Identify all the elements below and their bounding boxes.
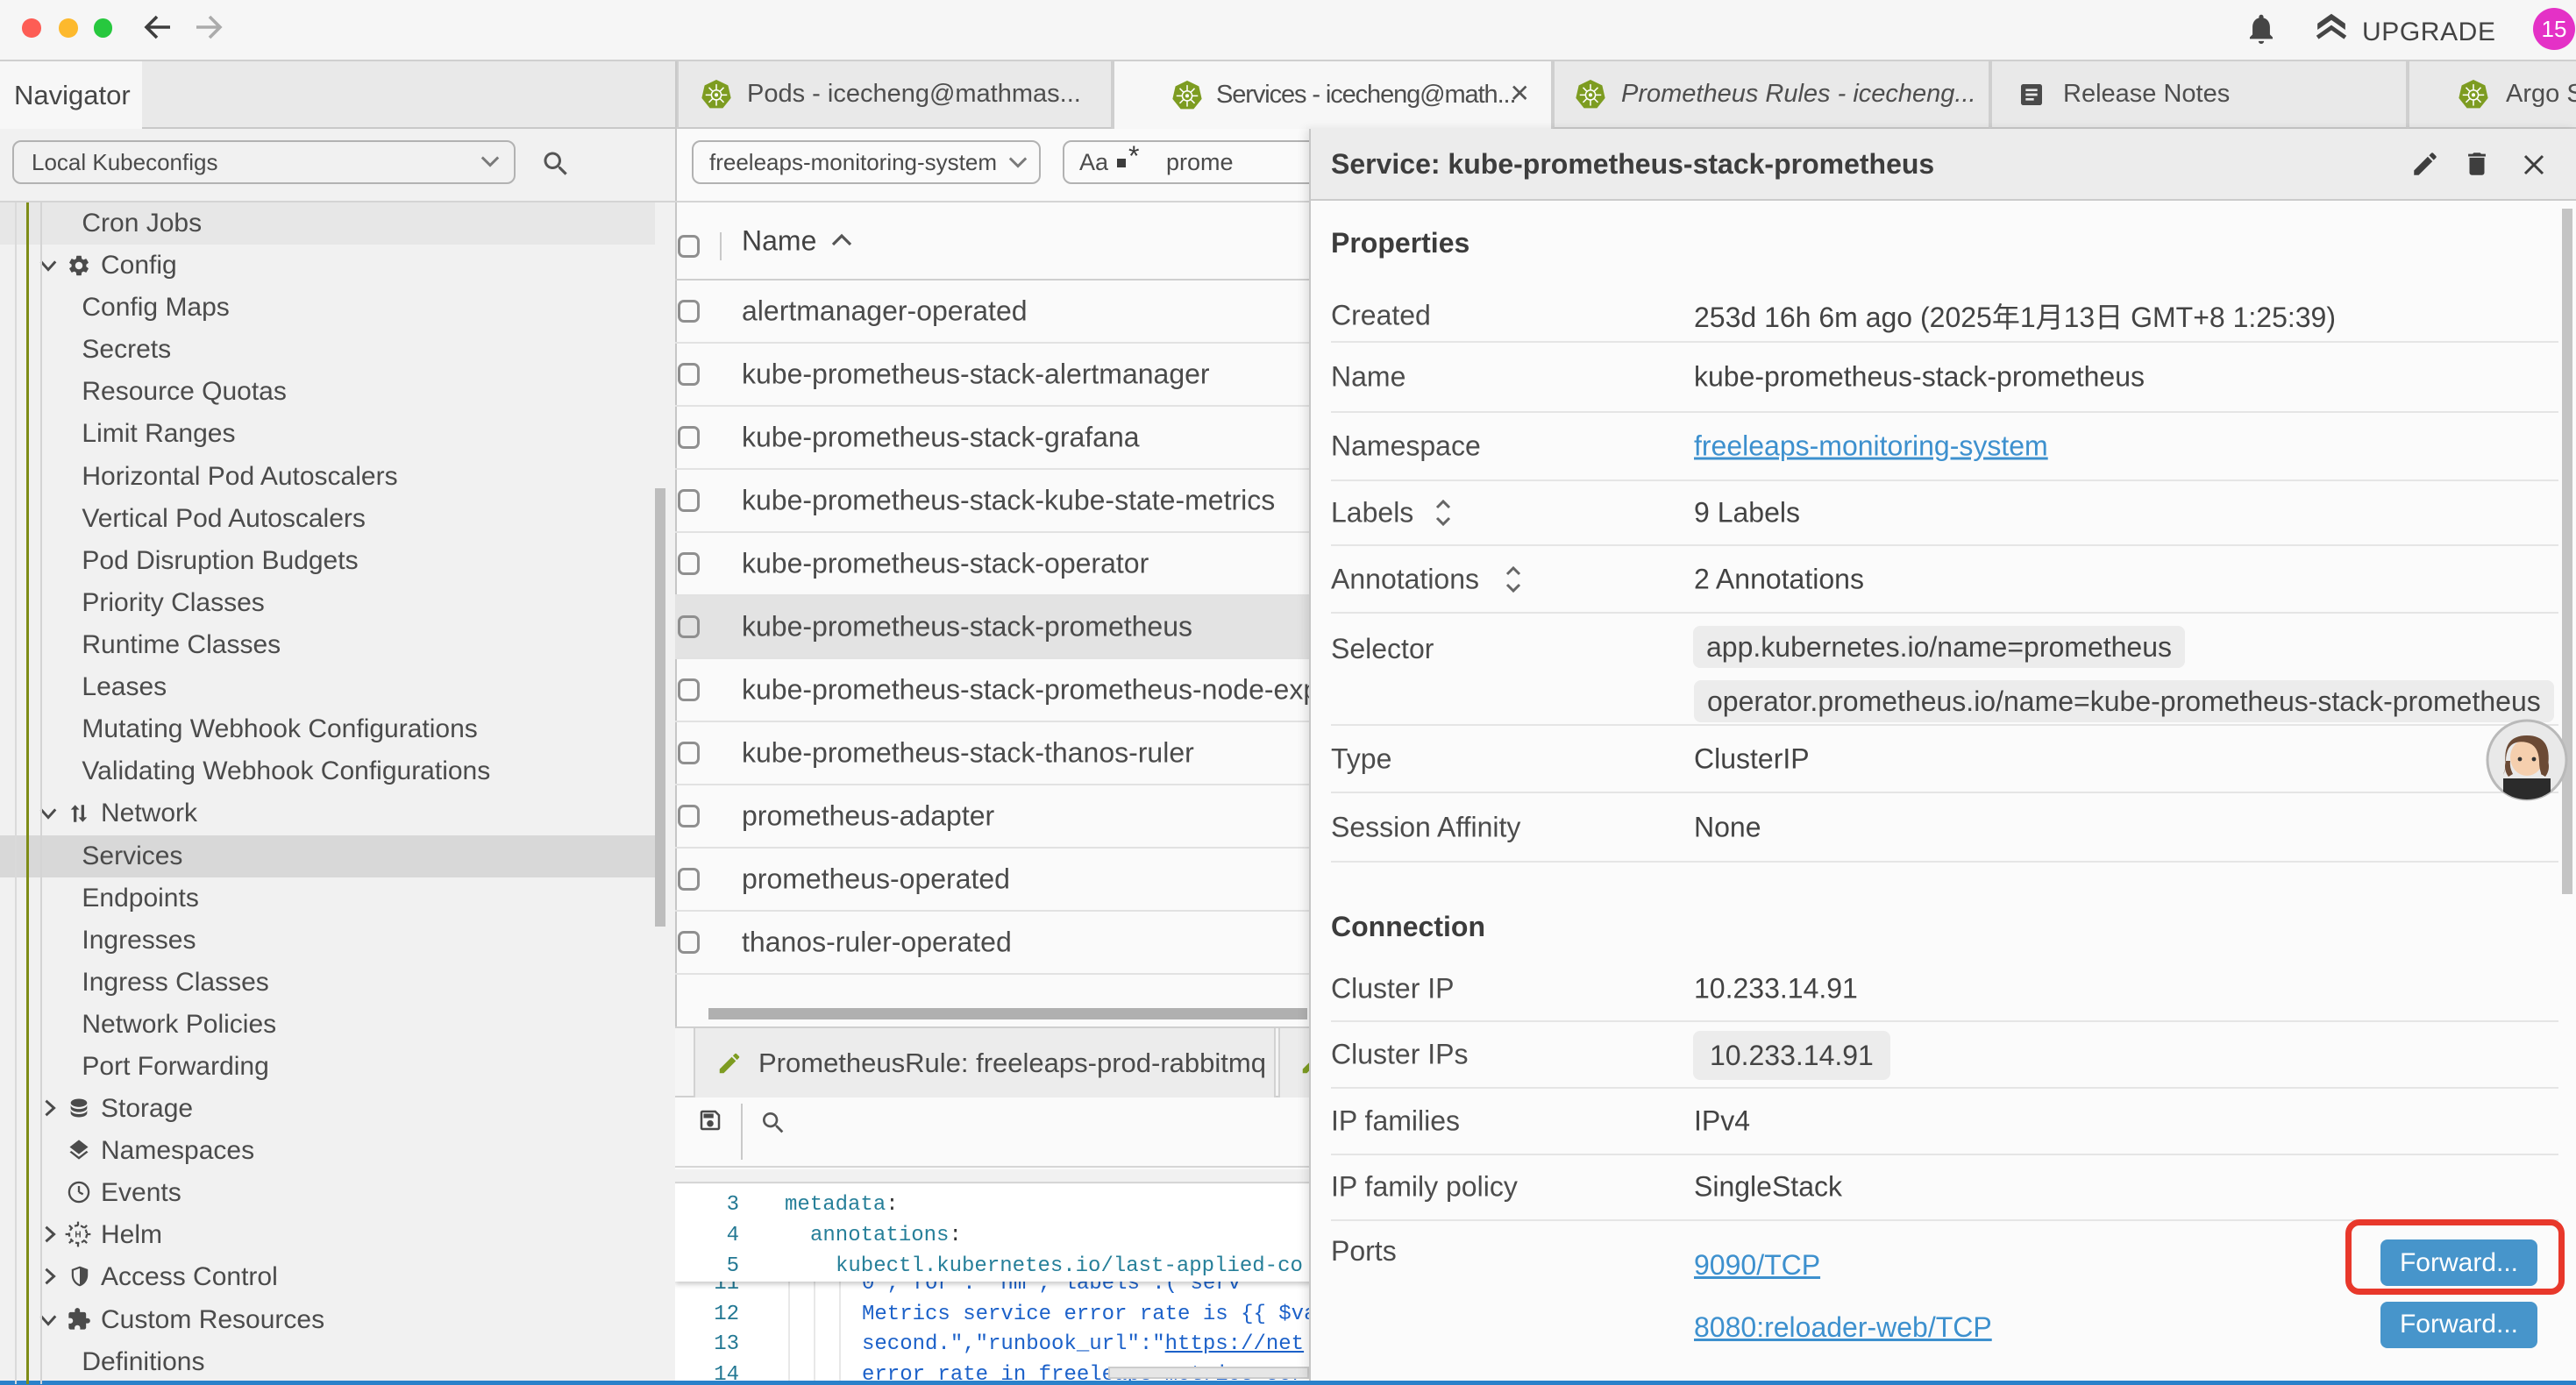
svg-text:H: H	[75, 1231, 81, 1240]
